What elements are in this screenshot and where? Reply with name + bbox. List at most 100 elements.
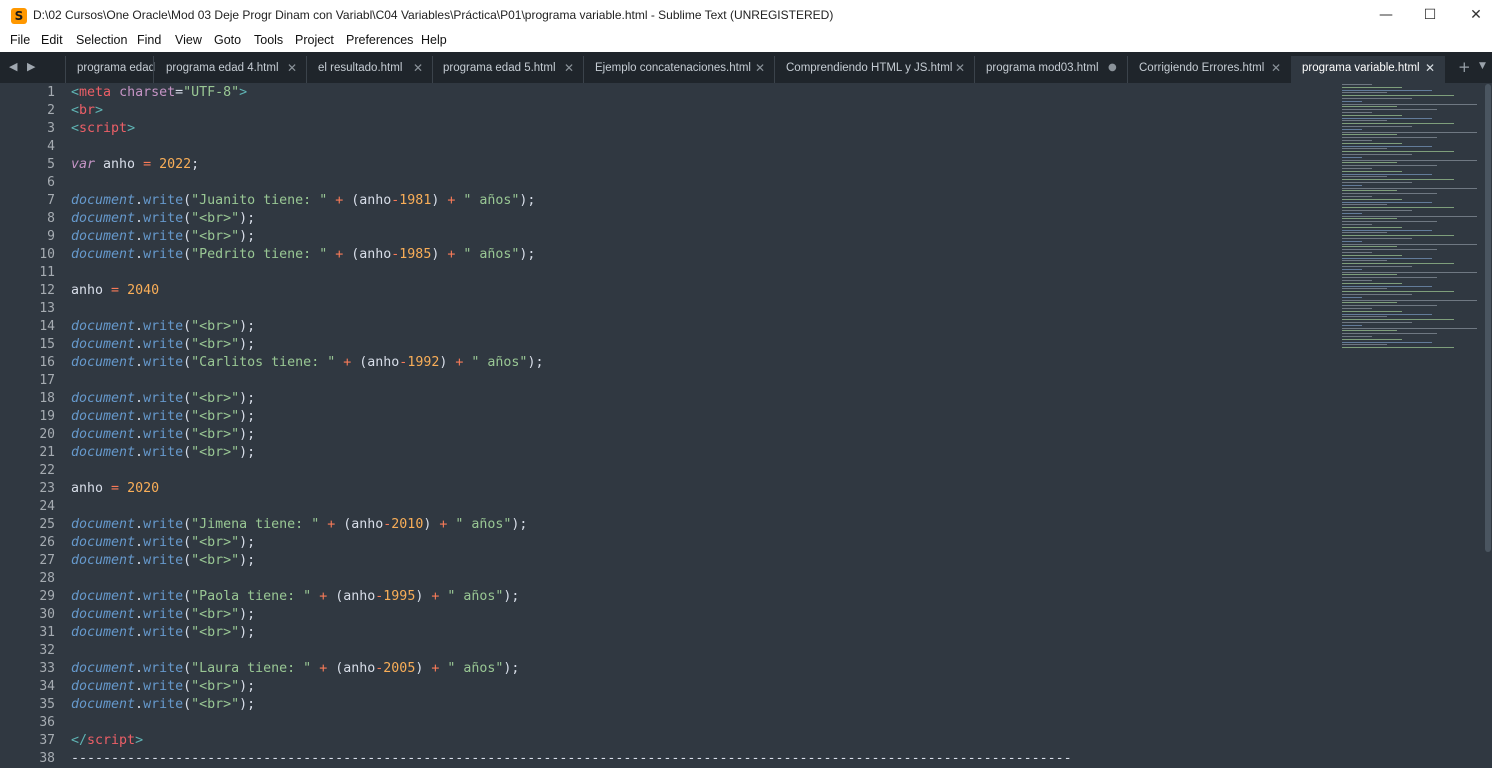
tab-label: Ejemplo concatenaciones.html — [595, 62, 751, 74]
maximize-button[interactable]: ☐ — [1407, 0, 1453, 31]
code-line: anho = 2040 — [71, 282, 1072, 300]
code-token: document — [71, 409, 136, 424]
minimap-line — [1342, 268, 1362, 270]
code-token: ( — [183, 337, 192, 352]
menu-preferences[interactable]: Preferences — [346, 33, 413, 47]
code-line: document.write("<br>"); — [71, 552, 1072, 570]
code-token: anho — [71, 481, 112, 496]
code-token: . — [135, 337, 144, 352]
tab-programa-mod03[interactable]: programa mod03.html ● — [974, 56, 1127, 83]
tab-close-icon[interactable]: ✕ — [287, 61, 297, 75]
menu-help[interactable]: Help — [421, 33, 447, 47]
code-token: ) — [423, 517, 440, 532]
line-number-gutter: 1 2 3 4 5 6 7 8 9 10 11 12 13 14 15 16 17 18 19 20 21 22 23 24 2… — [0, 84, 55, 768]
tab-close-icon[interactable]: ✕ — [564, 61, 574, 75]
minimap[interactable] — [1340, 84, 1478, 364]
minimap-line — [1342, 260, 1387, 262]
tab-close-icon[interactable]: ✕ — [1425, 61, 1435, 75]
code-token: document — [71, 427, 136, 442]
menu-selection[interactable]: Selection — [76, 33, 127, 47]
code-token: document — [71, 445, 136, 460]
code-token: = — [111, 481, 120, 496]
tab-el-resultado[interactable]: el resultado.html ✕ — [306, 56, 432, 83]
code-line: var anho = 2022; — [71, 156, 1072, 174]
menu-project[interactable]: Project — [295, 33, 334, 47]
code-editor[interactable]: <meta charset="UTF-8"> <br> <script> var an… — [71, 84, 1072, 768]
line-number: 7 — [47, 193, 55, 208]
code-token: script — [87, 733, 136, 748]
line-number: 15 — [39, 337, 55, 352]
code-token: "<br>" — [191, 679, 240, 694]
tab-corrigiendo-errores[interactable]: Corrigiendo Errores.html ✕ — [1127, 56, 1291, 83]
menu-edit[interactable]: Edit — [41, 33, 63, 47]
code-token: ( — [183, 427, 192, 442]
tab-programa-edad[interactable]: programa edad — [65, 56, 155, 83]
code-token: ( — [183, 229, 192, 244]
code-token: ); — [239, 391, 256, 406]
tab-close-icon[interactable]: ✕ — [755, 61, 765, 75]
tab-close-icon[interactable]: ✕ — [413, 61, 423, 75]
line-number: 21 — [39, 445, 55, 460]
code-token: . — [135, 211, 144, 226]
minimap-line — [1342, 257, 1432, 259]
minimap-line — [1342, 341, 1432, 343]
code-token: ( — [183, 625, 192, 640]
minimap-line — [1342, 128, 1362, 130]
minimap-line — [1342, 106, 1397, 108]
code-line: document.write("<br>"); — [71, 390, 1072, 408]
tab-programa-edad-4[interactable]: programa edad 4.html ✕ — [153, 56, 306, 83]
tab-ejemplo-concatenaciones[interactable]: Ejemplo concatenaciones.html ✕ — [583, 56, 774, 83]
unsaved-dot-icon[interactable]: ● — [1108, 62, 1117, 73]
code-token: document — [71, 535, 136, 550]
code-line: document.write("Laura tiene: " + (anho-2… — [71, 660, 1072, 678]
line-number: 12 — [39, 283, 55, 298]
tab-programa-edad-5[interactable]: programa edad 5.html ✕ — [432, 56, 583, 83]
minimap-line — [1342, 305, 1437, 307]
code-line: <meta charset="UTF-8"> — [71, 84, 1072, 102]
code-token: . — [135, 697, 144, 712]
menu-view[interactable]: View — [175, 33, 202, 47]
code-line: anho = 2020 — [71, 480, 1072, 498]
line-number: 38 — [39, 751, 55, 766]
tab-programa-variable[interactable]: programa variable.html ✕ — [1291, 56, 1445, 83]
minimap-line — [1342, 170, 1402, 172]
menu-goto[interactable]: Goto — [214, 33, 241, 47]
minimap-line — [1342, 336, 1372, 337]
code-token: . — [135, 445, 144, 460]
new-tab-icon[interactable]: + — [1458, 58, 1471, 76]
tab-nav-arrows-icon[interactable]: ◀ ▶ — [9, 60, 38, 73]
menu-find[interactable]: Find — [137, 33, 161, 47]
minimap-line — [1342, 198, 1402, 200]
tab-close-icon[interactable]: ✕ — [955, 61, 965, 75]
close-window-button[interactable]: ✕ — [1453, 0, 1492, 31]
tab-close-icon[interactable]: ✕ — [1271, 61, 1281, 75]
menu-tools[interactable]: Tools — [254, 33, 283, 47]
line-number: 37 — [39, 733, 55, 748]
code-token: "<br>" — [191, 211, 240, 226]
tab-list-chevron-down-icon[interactable]: ▼ — [1479, 61, 1486, 71]
code-token: var — [71, 157, 96, 172]
line-number: 22 — [39, 463, 55, 478]
minimap-line — [1342, 179, 1454, 181]
menu-file[interactable]: File — [10, 33, 30, 47]
code-token: ) — [415, 589, 432, 604]
menu-bar: File Edit Selection Find View Goto Tools… — [0, 31, 1492, 52]
minimap-line — [1342, 333, 1437, 335]
line-number: 11 — [39, 265, 55, 280]
line-number: 1 — [47, 85, 55, 100]
code-token: write — [143, 391, 184, 406]
tab-comprendiendo-html-js[interactable]: Comprendiendo HTML y JS.html ✕ — [774, 56, 974, 83]
code-token: = — [175, 85, 184, 100]
code-token: (anho — [327, 589, 376, 604]
vertical-scrollbar[interactable] — [1485, 84, 1491, 552]
minimize-button[interactable]: — — [1363, 0, 1409, 31]
tab-label: programa edad — [77, 62, 155, 74]
minimap-line — [1342, 246, 1397, 248]
code-token: "<br>" — [191, 409, 240, 424]
code-token: "Pedrito tiene: " — [191, 247, 328, 262]
code-token: document — [71, 625, 136, 640]
